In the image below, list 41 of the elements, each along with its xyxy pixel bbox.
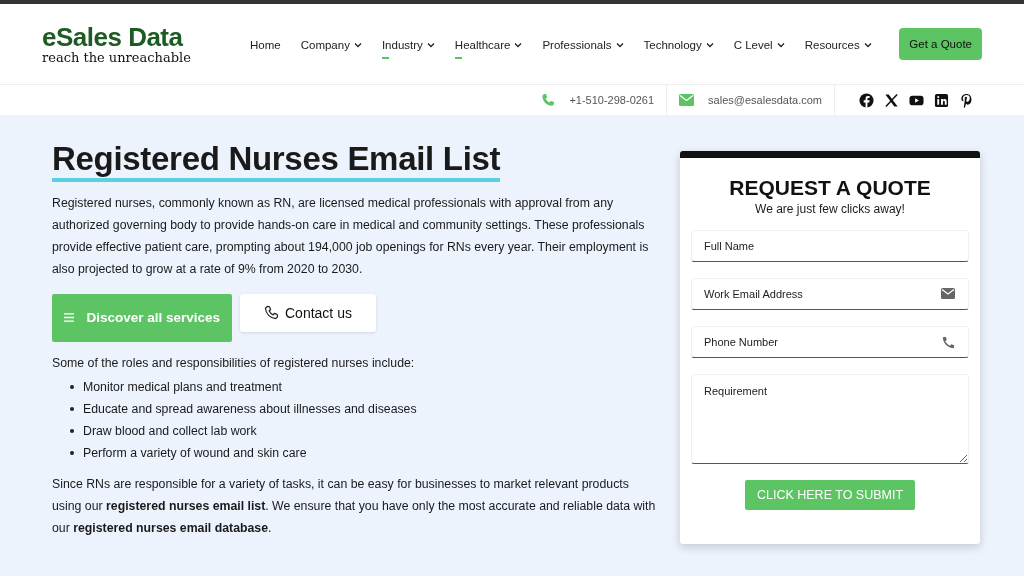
- nav-link[interactable]: C Level: [733, 29, 785, 59]
- name-field[interactable]: Full Name: [691, 230, 969, 262]
- get-quote-button[interactable]: Get a Quote: [899, 28, 982, 60]
- nav-link[interactable]: Company: [300, 29, 362, 59]
- linkedin-icon[interactable]: [934, 92, 949, 108]
- bullet-icon: [70, 384, 74, 389]
- requirement-field[interactable]: Requirement: [691, 374, 969, 464]
- pinterest-icon[interactable]: [959, 92, 974, 108]
- role-item: Draw blood and collect lab work: [83, 422, 257, 440]
- site-logo[interactable]: eSales Data reach the unreachable: [42, 24, 242, 64]
- page-title: Registered Nurses Email List: [52, 141, 501, 182]
- bullet-icon: [70, 450, 74, 455]
- mail-icon: [679, 94, 695, 106]
- nav-link[interactable]: Technology: [643, 29, 714, 59]
- role-item: Perform a variety of wound and skin care: [83, 444, 307, 462]
- nav-link[interactable]: Home: [250, 29, 281, 59]
- intro-paragraph: Registered nurses, commonly known as RN, are licensed medical professionals with approval from any authorized governing body to provide hands-on care in medical and community settings. These professionals provide effective patient care, prompting about 194,000 job openings for RNs every year. Their employment is also projected to grow at a rate of 9% from 2020 to 2030.: [52, 194, 650, 278]
- closing-paragraph: Since RNs are responsible for a variety of tasks, it can be easy for businesses to market relevant products using our registered nurses email list. We ensure that you have only the most accurate and reliable data with our registered nurses email database.: [52, 475, 657, 537]
- roles-intro: Some of the roles and responsibilities of registered nurses include:: [52, 354, 416, 372]
- phone-icon: [264, 305, 279, 321]
- phone-field[interactable]: Phone Number: [691, 326, 969, 358]
- form-title: REQUEST A QUOTE: [729, 176, 931, 200]
- phone-number[interactable]: +1-510-298-0261: [569, 94, 655, 106]
- logo-tagline: reach the unreachable: [42, 51, 192, 64]
- bullet-icon: [70, 428, 74, 433]
- form-subtitle: We are just few clicks away!: [755, 202, 905, 216]
- nav-link[interactable]: Professionals: [542, 29, 624, 59]
- envelope-icon: [941, 288, 955, 299]
- role-item: Monitor medical plans and treatment: [83, 378, 282, 396]
- email-address[interactable]: sales@esalesdata.com: [708, 94, 822, 106]
- nav-link[interactable]: Resources: [804, 29, 872, 59]
- role-item: Educate and spread awareness about illnesses and diseases: [83, 400, 417, 418]
- phone-icon: [942, 336, 955, 349]
- email-field[interactable]: Work Email Address: [691, 278, 969, 310]
- contact-us-button[interactable]: Contact us: [240, 293, 376, 332]
- x-icon[interactable]: [884, 92, 899, 108]
- facebook-icon[interactable]: [859, 92, 874, 108]
- logo-wordmark: eSales Data: [42, 24, 184, 50]
- phone-icon: [541, 93, 556, 107]
- menu-icon: [64, 312, 75, 324]
- bullet-icon: [70, 406, 74, 411]
